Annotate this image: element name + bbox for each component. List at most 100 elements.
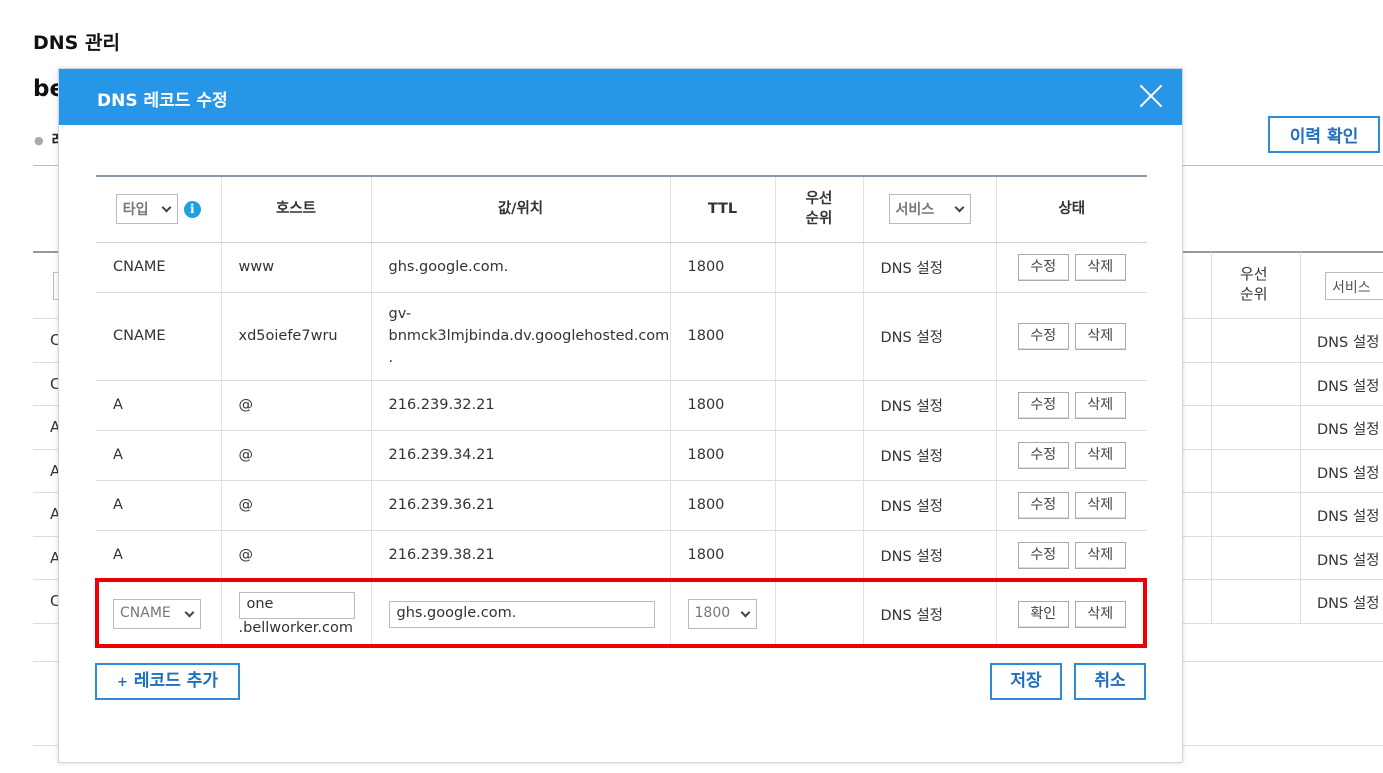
bg-row-status: DNS 설정 — [1317, 379, 1380, 395]
record-status: DNS 설정 — [862, 380, 996, 431]
chevron-down-icon — [184, 607, 195, 618]
record-type: CNAME — [96, 242, 221, 293]
record-type: CNAME — [96, 292, 221, 381]
close-icon[interactable] — [1138, 83, 1164, 109]
type-header: 타입 i — [96, 175, 221, 243]
value-header: 값/위치 — [370, 175, 670, 243]
edit-priority-cell — [774, 580, 863, 648]
record-value: gv- bnmck3lmjbinda.dv.googlehosted.com . — [370, 292, 670, 381]
record-actions: 수정 삭제 — [995, 380, 1147, 431]
table-row: CNAME xd5oiefe7wru gv- bnmck3lmjbinda.dv… — [96, 292, 1147, 381]
record-ttl: 1800 — [669, 242, 775, 293]
record-type: A — [96, 480, 221, 531]
table-row: A @ 216.239.32.21 1800 DNS 설정 수정 삭제 — [96, 380, 1147, 431]
plus-icon: + — [116, 675, 128, 690]
delete-button[interactable]: 삭제 — [1074, 600, 1126, 628]
edit-type-select[interactable]: CNAME — [113, 599, 201, 630]
record-status: DNS 설정 — [862, 480, 996, 531]
bg-service-select[interactable]: 서비스 — [1325, 272, 1383, 300]
record-host: xd5oiefe7wru — [220, 292, 371, 381]
record-priority — [774, 380, 863, 431]
table-row: A @ 216.239.38.21 1800 DNS 설정 수정 삭제 — [96, 530, 1147, 581]
record-ttl: 1800 — [669, 380, 775, 431]
record-value: 216.239.34.21 — [370, 430, 670, 481]
history-button[interactable]: 이력 확인 — [1268, 116, 1380, 153]
modal-title: DNS 레코드 수정 — [97, 91, 228, 111]
modal-header: DNS 레코드 수정 — [59, 69, 1182, 125]
bg-row-status: DNS 설정 — [1317, 553, 1380, 569]
delete-button[interactable]: 삭제 — [1074, 541, 1126, 569]
editing-row: CNAME one .bellworker.com ghs.google.com… — [96, 580, 1147, 648]
record-actions: 수정 삭제 — [995, 530, 1147, 581]
record-ttl: 1800 — [669, 530, 775, 581]
record-actions: 수정 삭제 — [995, 430, 1147, 481]
edit-button[interactable]: 수정 — [1017, 322, 1069, 350]
edit-button[interactable]: 수정 — [1017, 391, 1069, 419]
record-priority — [774, 430, 863, 481]
info-icon[interactable]: i — [183, 200, 201, 218]
host-input[interactable]: one — [238, 592, 355, 620]
record-status: DNS 설정 — [862, 430, 996, 481]
cancel-button[interactable]: 취소 — [1074, 663, 1146, 700]
chevron-down-icon — [740, 607, 750, 618]
ttl-select[interactable]: 1800 — [687, 599, 757, 630]
service-header: 서비스 — [862, 175, 996, 243]
record-actions: 수정 삭제 — [995, 480, 1147, 531]
bg-row-status: DNS 설정 — [1317, 466, 1380, 482]
table-header-row: 타입 i 호스트 값/위치 TTL 우선 순위 서비스 상태 — [96, 175, 1147, 243]
bg-row-status: DNS 설정 — [1317, 596, 1380, 612]
edit-button[interactable]: 수정 — [1017, 253, 1069, 281]
record-value: ghs.google.com. — [370, 242, 670, 293]
status-header: 상태 — [995, 175, 1147, 243]
table-row: A @ 216.239.34.21 1800 DNS 설정 수정 삭제 — [96, 430, 1147, 481]
delete-button[interactable]: 삭제 — [1074, 491, 1126, 519]
chevron-down-icon — [161, 202, 172, 213]
table-row: CNAME www ghs.google.com. 1800 DNS 설정 수정… — [96, 242, 1147, 293]
edit-status: DNS 설정 — [862, 580, 996, 648]
record-priority — [774, 480, 863, 531]
confirm-button[interactable]: 확인 — [1017, 600, 1069, 628]
bg-row-status: DNS 설정 — [1317, 335, 1380, 351]
ttl-header: TTL — [669, 175, 775, 243]
record-priority — [774, 242, 863, 293]
service-filter-select[interactable]: 서비스 — [888, 194, 971, 225]
host-header: 호스트 — [220, 175, 371, 243]
record-type: A — [96, 530, 221, 581]
value-input[interactable]: ghs.google.com. — [388, 600, 655, 628]
record-host: www — [220, 242, 371, 293]
record-status: DNS 설정 — [862, 530, 996, 581]
edit-button[interactable]: 수정 — [1017, 541, 1069, 569]
record-value: 216.239.38.21 — [370, 530, 670, 581]
record-host: @ — [220, 430, 371, 481]
page-title: DNS 관리 — [33, 32, 120, 54]
record-host: @ — [220, 480, 371, 531]
record-type: A — [96, 380, 221, 431]
edit-button[interactable]: 수정 — [1017, 441, 1069, 469]
record-ttl: 1800 — [669, 480, 775, 531]
save-button[interactable]: 저장 — [990, 663, 1062, 700]
record-value: 216.239.36.21 — [370, 480, 670, 531]
table-row: A @ 216.239.36.21 1800 DNS 설정 수정 삭제 — [96, 480, 1147, 531]
record-actions: 수정 삭제 — [995, 292, 1147, 381]
delete-button[interactable]: 삭제 — [1074, 441, 1126, 469]
record-status: DNS 설정 — [862, 292, 996, 381]
bullet-icon: ● — [34, 134, 44, 147]
type-filter-select[interactable]: 타입 — [115, 194, 178, 225]
edit-button[interactable]: 수정 — [1017, 491, 1069, 519]
delete-button[interactable]: 삭제 — [1074, 391, 1126, 419]
chevron-down-icon — [954, 202, 964, 213]
add-record-button[interactable]: + 레코드 추가 — [95, 663, 240, 700]
record-ttl: 1800 — [669, 430, 775, 481]
host-domain-suffix: .bellworker.com — [238, 620, 354, 637]
record-value: 216.239.32.21 — [370, 380, 670, 431]
bg-row-status: DNS 설정 — [1317, 509, 1380, 525]
priority-header: 우선 순위 — [774, 175, 863, 243]
bg-row-status: DNS 설정 — [1317, 422, 1380, 438]
record-actions: 수정 삭제 — [995, 242, 1147, 293]
delete-button[interactable]: 삭제 — [1074, 322, 1126, 350]
record-host: @ — [220, 530, 371, 581]
record-status: DNS 설정 — [862, 242, 996, 293]
record-host: @ — [220, 380, 371, 431]
delete-button[interactable]: 삭제 — [1074, 253, 1126, 281]
bg-priority-header: 우선 순위 — [1240, 265, 1268, 303]
